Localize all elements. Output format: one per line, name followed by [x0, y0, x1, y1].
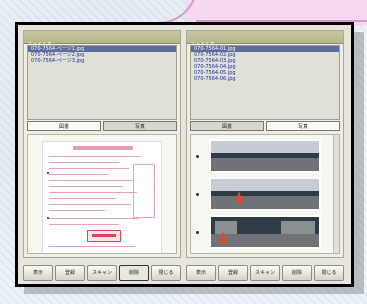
site-photo: [209, 139, 321, 173]
document-table-box: [133, 164, 155, 218]
document-header-stripe: [73, 146, 133, 150]
document-page-image: [42, 141, 162, 253]
tab-documents[interactable]: 図書: [27, 121, 101, 131]
left-file-list[interactable]: 070-7564-ページ1.jpg 070-7564-ページ2.jpg 070-…: [27, 45, 177, 120]
document-line: [49, 156, 141, 157]
document-line: [49, 186, 123, 187]
document-line: [49, 180, 133, 181]
document-line: [49, 204, 131, 205]
traffic-cone: [235, 191, 243, 203]
bottom-toolbar: 表示 登録 スキャン 削除 閉じる 表示 登録 スキャン 削除 閉じる: [23, 263, 346, 281]
document-line: [49, 174, 109, 175]
viewer-scrollbar[interactable]: [333, 135, 339, 253]
scan-button[interactable]: スキャン: [250, 265, 280, 281]
app-window: ファイル名 070-7564-ページ1.jpg 070-7564-ページ2.jp…: [15, 22, 354, 287]
left-pane-titlebar: ファイル名: [24, 31, 180, 48]
photo-bullet: [196, 231, 199, 234]
photo-road: [211, 195, 319, 209]
register-button[interactable]: 登録: [55, 265, 85, 281]
right-photo-viewer[interactable]: [190, 134, 340, 254]
right-pane: ファイル名 070-7564-01.jpg 070-7564-02.jpg 07…: [186, 30, 344, 258]
list-item[interactable]: 070-7564-ページ3.jpg: [28, 58, 176, 64]
left-pane: ファイル名 070-7564-ページ1.jpg 070-7564-ページ2.jp…: [23, 30, 181, 258]
left-pane-tabs: 図書 写真: [27, 121, 177, 131]
view-button[interactable]: 表示: [23, 265, 53, 281]
right-pane-tabs: 図書 写真: [190, 121, 340, 131]
photo-sky: [211, 141, 319, 153]
document-line: [49, 210, 105, 211]
document-line: [49, 218, 139, 219]
left-document-viewer[interactable]: [27, 134, 177, 254]
document-line: [49, 246, 135, 247]
close-button[interactable]: 閉じる: [151, 265, 181, 281]
photo-road: [211, 157, 319, 171]
tab-photos[interactable]: 写真: [103, 121, 177, 131]
photo-road: [211, 233, 319, 247]
close-button[interactable]: 閉じる: [314, 265, 344, 281]
site-photo: [209, 215, 321, 249]
document-line: [49, 168, 129, 169]
left-toolbar-group: 表示 登録 スキャン 削除 閉じる: [23, 263, 181, 281]
right-pane-titlebar: ファイル名: [187, 31, 343, 48]
photo-sky: [211, 179, 319, 191]
delete-button[interactable]: 削除: [119, 265, 149, 281]
document-line: [49, 192, 137, 193]
right-file-list[interactable]: 070-7564-01.jpg 070-7564-02.jpg 070-7564…: [190, 45, 340, 120]
document-line: [49, 198, 115, 199]
photo-bullet: [196, 155, 199, 158]
photo-bullet: [196, 193, 199, 196]
window-body: ファイル名 070-7564-ページ1.jpg 070-7564-ページ2.jp…: [18, 25, 351, 284]
red-stamp: [87, 230, 121, 242]
site-photo: [209, 177, 321, 211]
list-item[interactable]: 070-7564-06.jpg: [191, 76, 339, 82]
document-line: [49, 162, 119, 163]
document-line: [49, 224, 119, 225]
delete-button[interactable]: 削除: [282, 265, 312, 281]
tab-photos[interactable]: 写真: [266, 121, 340, 131]
scan-button[interactable]: スキャン: [87, 265, 117, 281]
register-button[interactable]: 登録: [218, 265, 248, 281]
tab-documents[interactable]: 図書: [190, 121, 264, 131]
right-toolbar-group: 表示 登録 スキャン 削除 閉じる: [186, 263, 344, 281]
view-button[interactable]: 表示: [186, 265, 216, 281]
stamp-mark: [92, 234, 116, 237]
traffic-cone: [219, 231, 227, 243]
